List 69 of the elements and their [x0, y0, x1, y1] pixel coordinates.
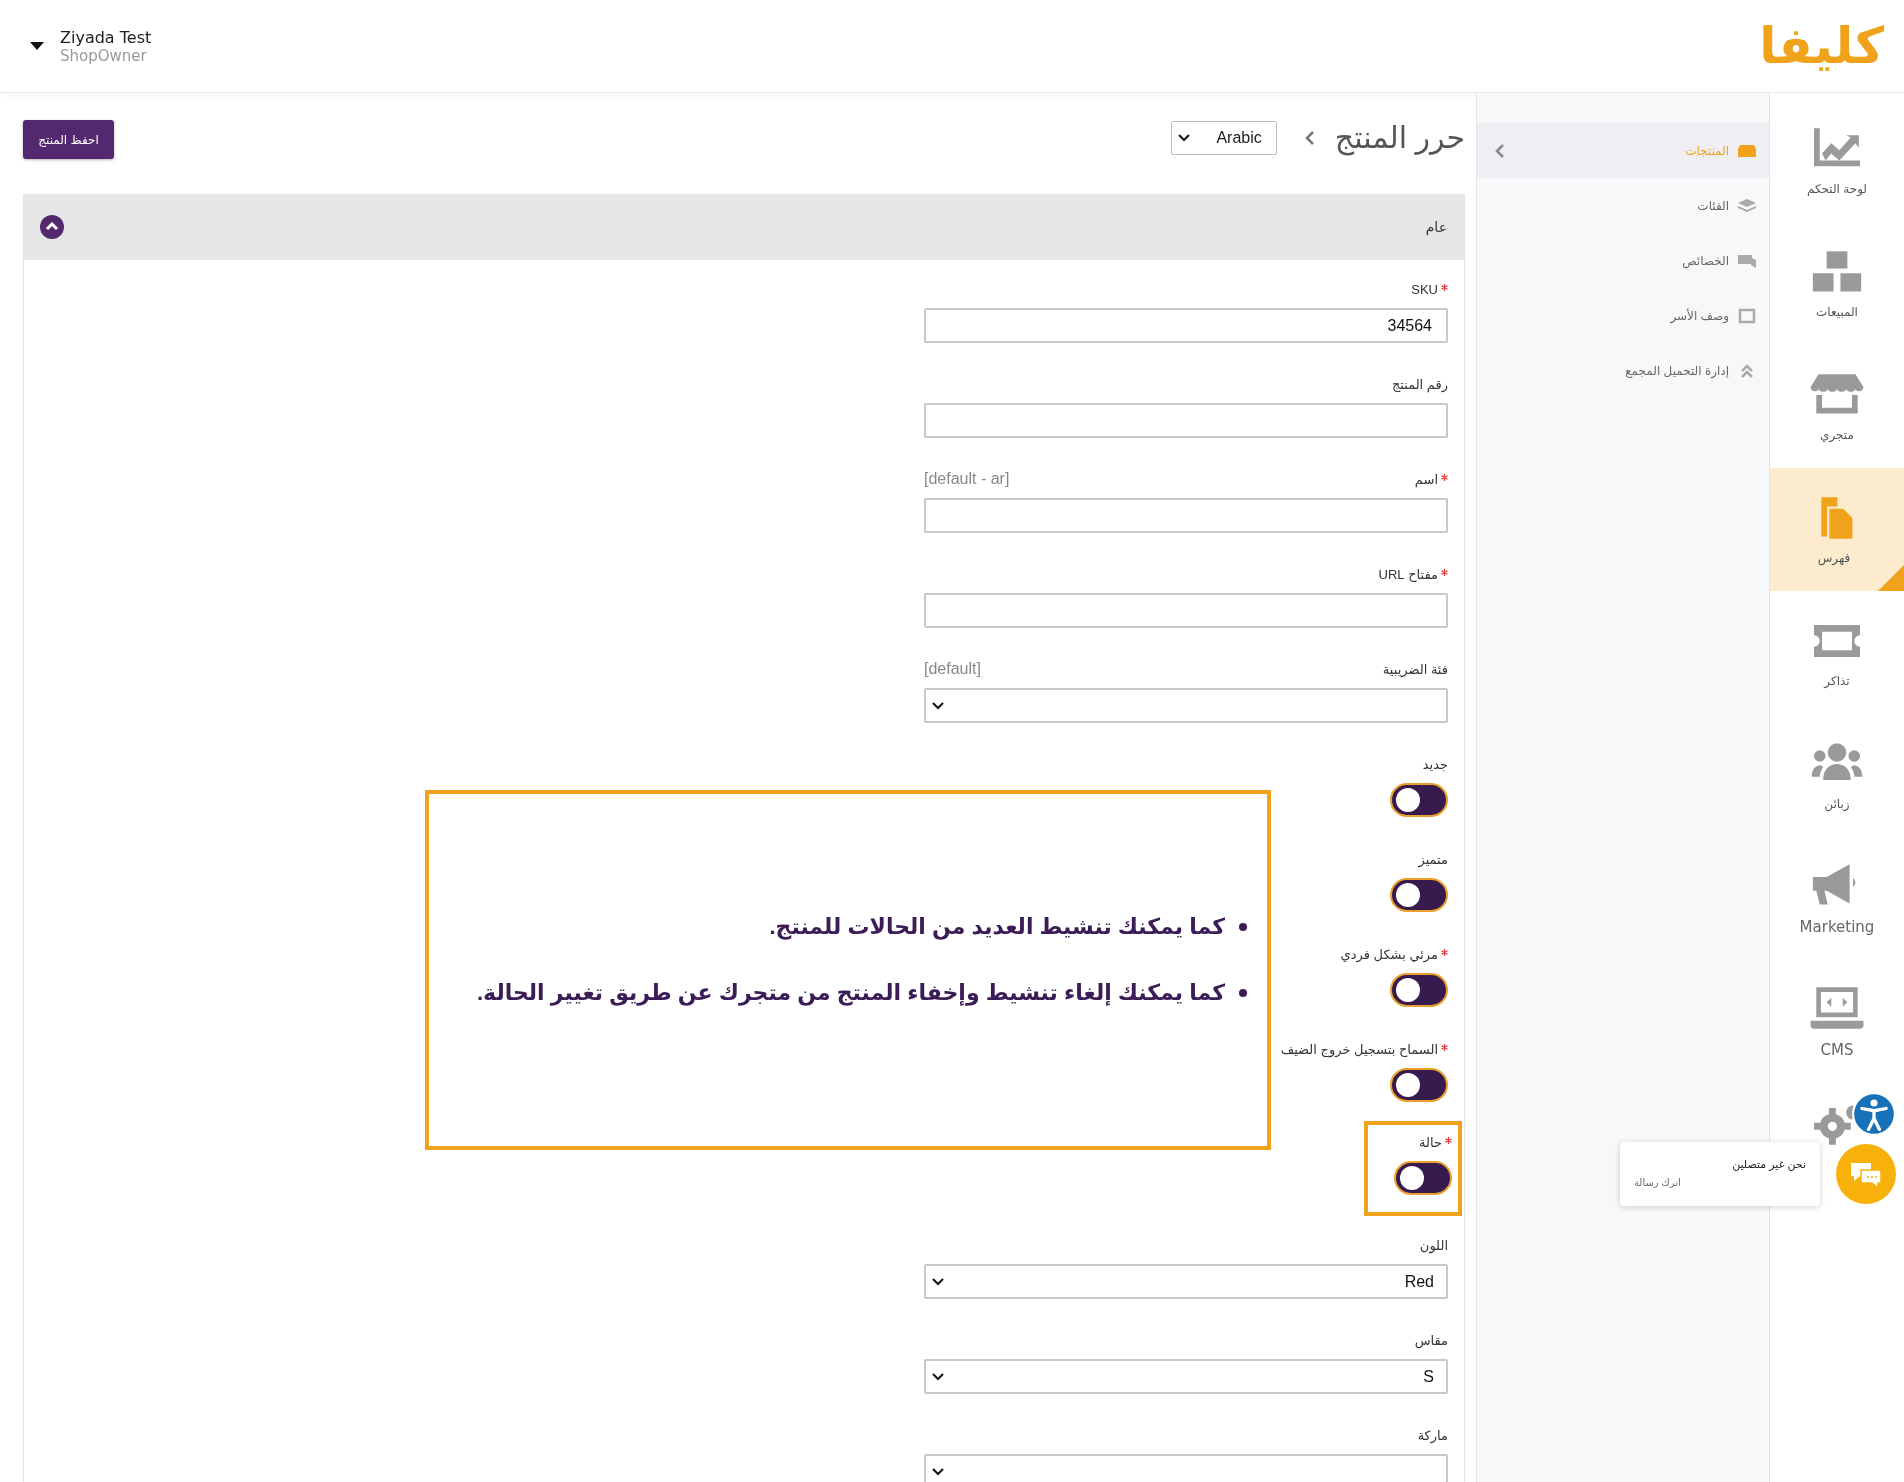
- bullet-icon: [1239, 989, 1247, 997]
- nav-item[interactable]: لوحة التحكم: [1770, 99, 1904, 222]
- text-field[interactable]: 34564: [924, 308, 1448, 343]
- submenu-item[interactable]: الفئات: [1477, 178, 1769, 233]
- chevron-down-icon: [932, 1467, 944, 1476]
- text-field[interactable]: [924, 498, 1448, 533]
- toggle-switch[interactable]: [1390, 783, 1448, 817]
- submenu-item[interactable]: وصف الأسر: [1477, 288, 1769, 343]
- field-label: ماركة: [1417, 1427, 1448, 1443]
- field-label: جديد: [1422, 756, 1448, 772]
- nav-item[interactable]: CMS: [1770, 960, 1904, 1083]
- collapse-chevron-icon[interactable]: [1495, 142, 1505, 159]
- field-label: السماح بتسجيل خروج الضيف: [1280, 1041, 1438, 1057]
- corner-triangle-icon: [1878, 565, 1904, 591]
- text-field[interactable]: [924, 403, 1448, 438]
- select-field[interactable]: Red: [924, 1264, 1448, 1299]
- chevron-down-icon: [932, 701, 944, 710]
- toggle-switch[interactable]: [1390, 1068, 1448, 1102]
- save-product-button[interactable]: احفظ المنتج: [23, 120, 114, 159]
- field-label: حالة: [1419, 1134, 1442, 1150]
- text-field[interactable]: [924, 593, 1448, 628]
- field-label: رقم المنتج: [1391, 376, 1448, 392]
- field-label: مقاس: [1414, 1332, 1448, 1348]
- page-title: حرر المنتج: [1334, 120, 1465, 155]
- field-label: SKU: [1411, 281, 1438, 297]
- tag-icon: [1737, 252, 1757, 269]
- chevron-down-icon: [932, 1277, 944, 1286]
- field-label: مرئي بشكل فردي: [1340, 946, 1438, 962]
- nav-item[interactable]: متجري: [1770, 345, 1904, 468]
- collapse-icon[interactable]: [40, 215, 64, 239]
- field-label: فئة الضريبية: [1382, 661, 1448, 677]
- dropdown-caret-icon[interactable]: [30, 42, 44, 50]
- field-hint: [default - ar]: [924, 470, 1010, 488]
- back-chevron-icon[interactable]: [1304, 129, 1315, 146]
- submenu-item[interactable]: إدارة التحميل المجمع: [1477, 343, 1769, 398]
- user-role: ShopOwner: [60, 46, 148, 65]
- field-label: اللون: [1419, 1237, 1448, 1253]
- toggle-switch[interactable]: [1390, 973, 1448, 1007]
- annotation-text: كما يمكنك تنشيط العديد من الحالات للمنتج.: [769, 914, 1225, 940]
- field-label: متميز: [1418, 851, 1448, 867]
- nav-item[interactable]: Marketing: [1770, 837, 1904, 960]
- language-select[interactable]: Arabic: [1171, 120, 1277, 155]
- chat-message-link[interactable]: اترك رسالة: [1634, 1177, 1806, 1188]
- frame-icon: [1737, 307, 1757, 324]
- chevron-down-icon: [1178, 133, 1191, 142]
- select-field[interactable]: [924, 1454, 1448, 1482]
- toggle-switch[interactable]: [1394, 1161, 1452, 1195]
- annotation-text: كما يمكنك إلغاء تنشيط وإخفاء المنتج من متجرك عن طريق تغيير الحالة.: [477, 980, 1225, 1006]
- field-hint: [default]: [924, 660, 981, 678]
- user-name: Ziyada Test: [60, 27, 152, 47]
- laptop-code-icon: [1809, 984, 1865, 1031]
- section-header[interactable]: عام: [24, 194, 1464, 260]
- layers-icon: [1737, 197, 1757, 214]
- select-field[interactable]: [924, 688, 1448, 723]
- toggle-switch[interactable]: [1390, 878, 1448, 912]
- section-title: عام: [1425, 219, 1447, 235]
- nav-item[interactable]: تذاكر: [1770, 591, 1904, 714]
- chevron-down-icon: [932, 1372, 944, 1381]
- chat-status: نحن غير متصلين: [1731, 1158, 1806, 1171]
- nav-item[interactable]: زبائن: [1770, 714, 1904, 837]
- box-icon: [1737, 142, 1757, 159]
- submenu-item[interactable]: الخصائص: [1477, 233, 1769, 288]
- chat-popup[interactable]: نحن غير متصلين اترك رسالة: [1620, 1142, 1820, 1206]
- nav-item[interactable]: فهرس: [1770, 468, 1904, 591]
- nav-item[interactable]: المبيعات: [1770, 222, 1904, 345]
- field-label: مفتاح URL: [1378, 566, 1438, 582]
- select-field[interactable]: S: [924, 1359, 1448, 1394]
- field-label: اسم: [1414, 471, 1438, 487]
- bullet-icon: [1239, 923, 1247, 931]
